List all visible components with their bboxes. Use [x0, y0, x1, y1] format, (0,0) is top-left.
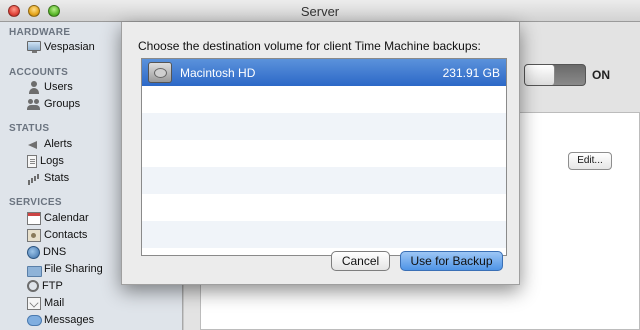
use-for-backup-button[interactable]: Use for Backup — [400, 251, 503, 271]
section-header-services: SERVICES — [9, 197, 62, 208]
calendar-icon — [27, 211, 41, 225]
section-header-hardware: HARDWARE — [9, 27, 71, 38]
sidebar-item-label: File Sharing — [44, 263, 103, 275]
sidebar-item-file-sharing[interactable]: File Sharing — [27, 261, 103, 277]
sidebar-item-label: Calendar — [44, 212, 89, 224]
sidebar-item-messages[interactable]: Messages — [27, 312, 94, 328]
title-bar: Server — [0, 0, 640, 22]
megaphone-icon — [27, 138, 41, 151]
section-header-status: STATUS — [9, 123, 50, 134]
contacts-icon — [27, 228, 41, 242]
edit-button[interactable]: Edit... — [568, 152, 612, 170]
sidebar-item-vespasian[interactable]: Vespasian — [27, 39, 95, 55]
sidebar-item-users[interactable]: Users — [27, 79, 73, 95]
globe-icon — [27, 245, 40, 259]
volume-row-macintosh-hd[interactable]: Macintosh HD 231.91 GB — [142, 59, 506, 86]
sidebar-item-label: Vespasian — [44, 41, 95, 53]
volume-size: 231.91 GB — [442, 66, 500, 80]
sidebar-item-label: Alerts — [44, 138, 73, 150]
sidebar-item-mail[interactable]: Mail — [27, 295, 64, 311]
ftp-icon — [27, 280, 39, 292]
sidebar-item-ftp[interactable]: FTP — [27, 278, 63, 294]
sidebar-item-stats[interactable]: Stats — [27, 170, 69, 186]
sidebar-item-label: Messages — [44, 314, 95, 326]
cancel-button[interactable]: Cancel — [331, 251, 390, 271]
sidebar-item-calendar[interactable]: Calendar — [27, 210, 89, 226]
hard-drive-icon — [148, 62, 172, 83]
display-icon — [27, 41, 41, 53]
sidebar-item-label: FTP — [42, 280, 63, 292]
group-icon — [27, 98, 41, 111]
empty-row — [142, 140, 506, 167]
folder-icon — [27, 263, 42, 277]
sidebar-item-label: DNS — [43, 246, 67, 258]
sidebar-item-dns[interactable]: DNS — [27, 244, 66, 260]
chart-icon — [27, 172, 41, 185]
mail-icon — [27, 296, 41, 310]
sidebar-item-alerts[interactable]: Alerts — [27, 136, 72, 152]
empty-row — [142, 194, 506, 221]
sidebar-item-label: Mail — [44, 297, 65, 309]
empty-row — [142, 167, 506, 194]
sheet-prompt: Choose the destination volume for client… — [138, 39, 481, 53]
sidebar-item-label: Stats — [44, 172, 70, 184]
window-title: Server — [300, 4, 340, 19]
sidebar-item-label: Groups — [44, 98, 81, 110]
empty-row — [142, 86, 506, 113]
user-icon — [27, 80, 41, 94]
backup-destination-sheet: Choose the destination volume for client… — [121, 22, 520, 285]
section-header-accounts: ACCOUNTS — [9, 67, 69, 78]
volume-name: Macintosh HD — [180, 66, 256, 80]
sidebar-item-label: Contacts — [44, 229, 88, 241]
log-icon — [27, 154, 37, 168]
sidebar-item-label: Logs — [40, 155, 64, 167]
sidebar-item-contacts[interactable]: Contacts — [27, 227, 87, 243]
volume-list[interactable]: Macintosh HD 231.91 GB — [141, 58, 507, 256]
sidebar-item-label: Users — [44, 81, 73, 93]
service-toggle[interactable] — [524, 64, 586, 86]
empty-row — [142, 221, 506, 248]
toggle-knob — [525, 65, 555, 85]
sidebar-item-groups[interactable]: Groups — [27, 96, 80, 112]
sidebar-item-logs[interactable]: Logs — [27, 153, 64, 169]
empty-row — [142, 113, 506, 140]
messages-icon — [27, 314, 42, 327]
toggle-state-label: ON — [592, 68, 610, 82]
